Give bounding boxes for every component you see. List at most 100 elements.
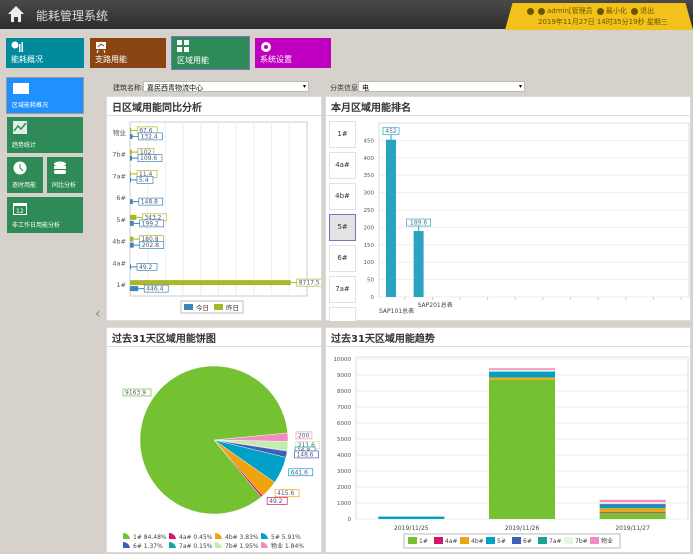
bar-segment-7b#: [599, 502, 666, 504]
nav-label: 能耗概况: [11, 55, 43, 64]
sidebar-label: 非工作日用能分析: [12, 222, 61, 229]
sidebar-item-hourly[interactable]: 逐时用能: [7, 157, 43, 193]
panel-title: 过去31天区域用能饼图: [107, 328, 321, 347]
sidebar-label: 区域能耗概况: [12, 102, 49, 109]
logout-button[interactable]: 退出: [640, 7, 654, 15]
panel-title: 本月区域用能排名: [326, 97, 690, 116]
daily-comparison-panel: 日区域用能同比分析 1# 8717.5 446.4 4a# 49.2 4b# 180.8 20…: [106, 96, 326, 321]
area-button-more[interactable]: [329, 307, 356, 321]
sidebar-item-trend[interactable]: 趋势统计: [7, 117, 83, 153]
legend-swatch: [460, 537, 469, 544]
legend-label: 7a# 0.15%: [179, 543, 213, 550]
data-label: 9163.9: [125, 390, 146, 397]
area-button-5#[interactable]: 5#: [329, 214, 356, 241]
legend-swatch: [512, 537, 521, 544]
legend-label: 1# 84.48%: [133, 534, 167, 541]
pie-panel: 过去31天区域用能饼图 200211.616.8148.6641.6415.64…: [106, 327, 322, 553]
y-tick-label: 9000: [337, 373, 351, 379]
sidebar-item-area-overview[interactable]: 区域能耗概况: [6, 77, 84, 114]
minimize-icon[interactable]: [596, 7, 604, 15]
bar-今日: [130, 177, 131, 183]
y-tick-label: 1000: [337, 501, 351, 507]
y-tick-label: 0: [348, 517, 352, 523]
legend-swatch: [261, 541, 268, 548]
legend-swatch: [486, 537, 495, 544]
bar: [386, 139, 396, 297]
x-tick-label: SAP201总表: [418, 301, 453, 309]
category-label: 4a#: [112, 259, 126, 267]
building-select[interactable]: 嘉民西青物流中心 ▾: [143, 81, 309, 92]
legend-label: 4a# 0.45%: [179, 534, 213, 541]
trend-chart: 0 1000 2000 3000 4000 5000 6000 7000 8000 9000 100…: [334, 356, 689, 549]
data-label: 452: [385, 128, 397, 135]
x-tick-label: 2019/11/25: [394, 525, 429, 532]
legend-label: 5# 5.91%: [271, 534, 301, 541]
area-button-7a#[interactable]: 7a#: [329, 276, 356, 303]
bar-今日: [130, 220, 134, 226]
nav-system-settings[interactable]: 系统设置: [255, 38, 331, 68]
data-label: 109.6: [140, 155, 157, 162]
grid-icon: [177, 40, 189, 52]
sidebar-item-yoy[interactable]: 同比分析: [47, 157, 83, 193]
sidebar-item-nonworkday[interactable]: 12 非工作日用能分析: [7, 197, 83, 233]
y-tick-label: 50: [367, 278, 374, 284]
bar-今日: [130, 286, 139, 292]
category-select[interactable]: 电 ▾: [358, 81, 525, 92]
bar-segment-1#: [599, 512, 666, 519]
info-icon[interactable]: [527, 7, 534, 15]
category-label: 4b#: [112, 238, 126, 246]
data-label: 5.4: [139, 177, 149, 184]
calendar-icon: 12: [13, 203, 27, 215]
logout-icon[interactable]: [631, 7, 639, 15]
area-button-list[interactable]: 1# 4a# 4b# 5# 6# 7a#: [326, 117, 358, 321]
bar-segment-5#: [599, 505, 666, 509]
legend-swatch: [123, 541, 130, 548]
area-button-4a#[interactable]: 4a#: [329, 152, 356, 179]
y-tick-label: 300: [364, 191, 375, 197]
bar-昨日: [130, 236, 134, 242]
legend-swatch: [261, 532, 268, 539]
legend-label: 物业: [601, 537, 613, 545]
area-button-4b#[interactable]: 4b#: [329, 183, 356, 210]
legend-label: 5#: [497, 538, 506, 545]
bar: [413, 231, 424, 297]
nav-area-energy[interactable]: 区域用能: [171, 36, 250, 70]
legend-label: 物业 1.84%: [271, 542, 304, 550]
legend-swatch: [184, 304, 193, 310]
y-tick-label: 150: [364, 243, 375, 249]
map-icon: [13, 83, 29, 94]
minimize-button[interactable]: 最小化: [606, 7, 627, 15]
clock-icon: [13, 161, 27, 175]
area-button-6#[interactable]: 6#: [329, 245, 356, 272]
category-label: 1#: [116, 281, 126, 289]
data-label: 199.2: [142, 220, 159, 227]
nav-branch-energy[interactable]: 支路用能: [90, 38, 166, 68]
category-label: 5#: [116, 216, 126, 224]
bar-昨日: [130, 280, 291, 286]
legend-swatch: [564, 537, 573, 544]
nav-energy-overview[interactable]: 能耗概况: [6, 38, 84, 68]
bar-segment-物业: [489, 368, 555, 370]
panel-title: 过去31天区域用能趋势: [326, 328, 690, 347]
y-tick-label: 7000: [337, 405, 351, 411]
area-button-1#[interactable]: 1#: [329, 121, 356, 148]
building-value: 嘉民西青物流中心: [147, 84, 203, 92]
svg-text:12: 12: [16, 208, 24, 215]
bar-今日: [130, 242, 134, 248]
y-tick-label: 5000: [337, 437, 351, 443]
bar-segment-4b#: [489, 377, 555, 380]
y-tick-label: 100: [364, 260, 375, 266]
panel-title: 日区域用能同比分析: [107, 97, 321, 116]
legend-swatch: [123, 532, 130, 539]
database-icon: [54, 161, 66, 174]
legend-label: 7b#: [575, 538, 588, 545]
dropdown-icon: ▾: [518, 83, 522, 90]
data-label: 415.6: [277, 490, 294, 497]
data-label: 148.8: [141, 199, 158, 206]
y-tick-label: 4000: [337, 453, 351, 459]
legend-swatch: [169, 541, 176, 548]
collapse-arrow-icon[interactable]: ‹: [95, 306, 101, 322]
sidebar-label: 趋势统计: [12, 142, 37, 149]
datetime: 2019年11月27日 14时35分19秒 星期三: [538, 18, 668, 26]
home-icon[interactable]: [7, 5, 25, 23]
